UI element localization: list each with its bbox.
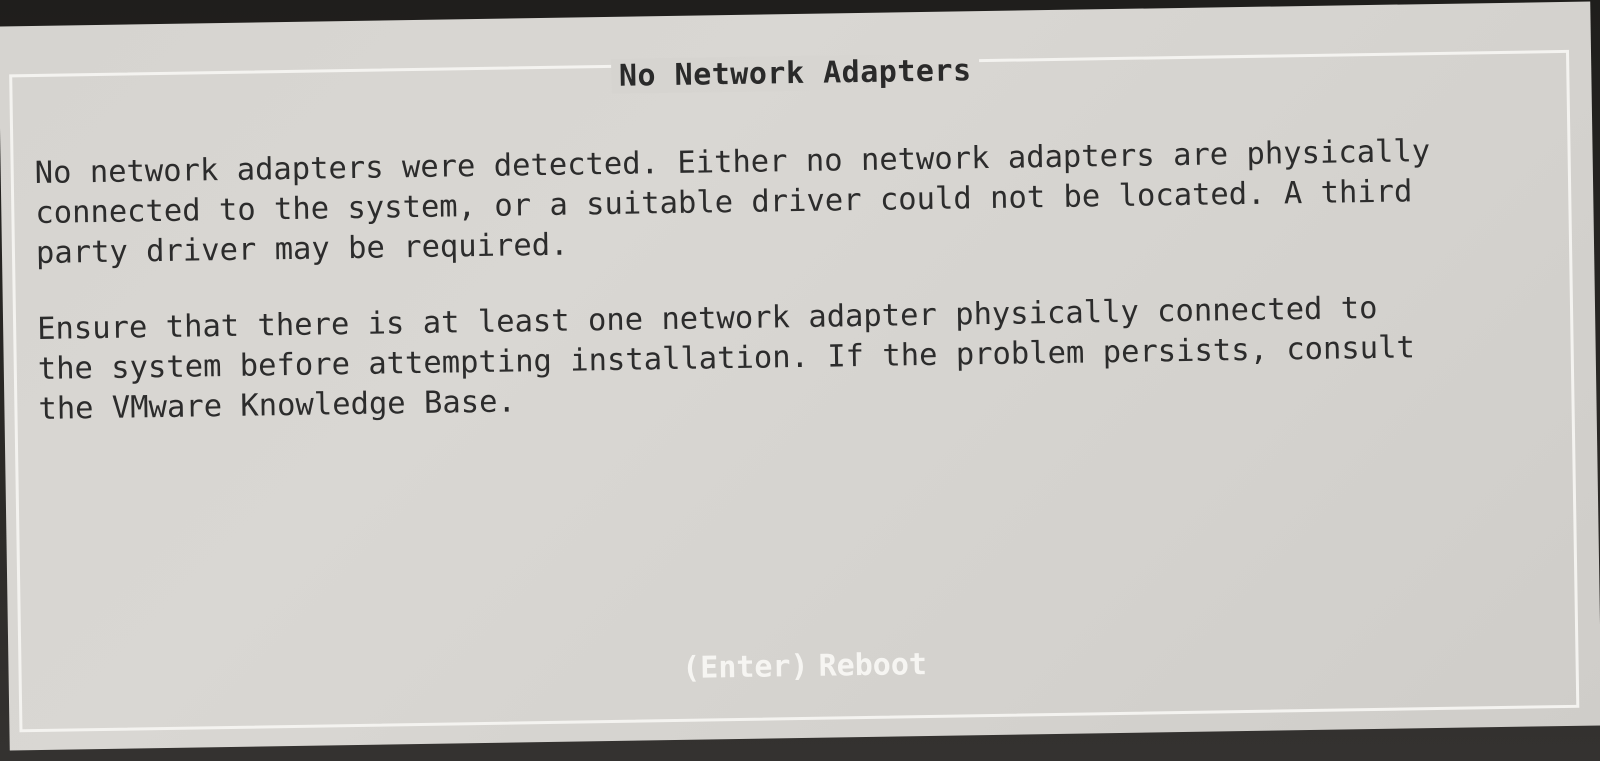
screen-background: No Network Adapters No network adapters … xyxy=(0,0,1600,761)
message-paragraph-1: No network adapters were detected. Eithe… xyxy=(34,130,1536,274)
error-dialog: No Network Adapters No network adapters … xyxy=(0,1,1600,751)
reboot-label[interactable]: Reboot xyxy=(818,647,927,684)
message-paragraph-2: Ensure that there is at least one networ… xyxy=(37,286,1539,430)
dialog-title-text: No Network Adapters xyxy=(610,53,980,94)
enter-key-hint[interactable]: (Enter) xyxy=(682,649,809,686)
dialog-message: No network adapters were detected. Eithe… xyxy=(34,130,1539,466)
